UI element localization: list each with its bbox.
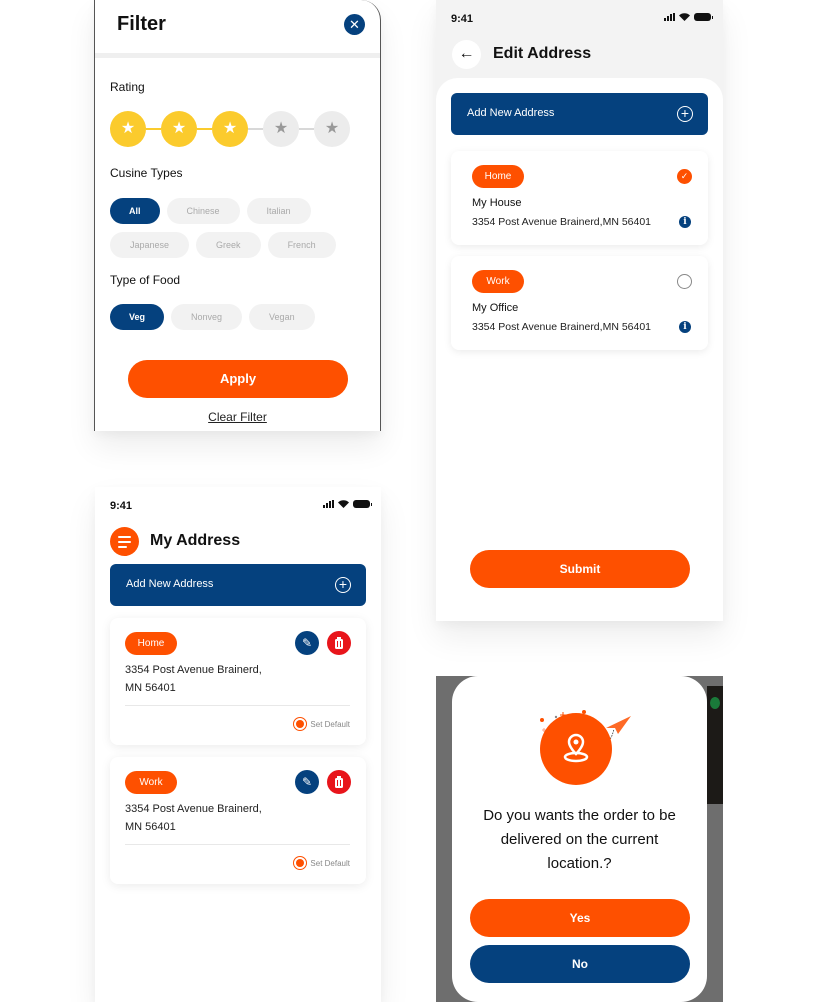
- set-default-label: Set Default: [310, 858, 350, 868]
- divider: [125, 705, 350, 706]
- star-icon[interactable]: ★: [314, 111, 350, 147]
- status-bar: 9:41: [451, 13, 713, 27]
- set-default-radio[interactable]: Set Default: [293, 856, 350, 870]
- radio-selected-icon: [293, 856, 308, 870]
- address-card-work: Work ✎ 3354 Post Avenue Brainerd, MN 564…: [110, 757, 366, 884]
- rating-label: Rating: [110, 80, 145, 94]
- unselected-radio[interactable]: [677, 274, 692, 289]
- address-name: My House: [472, 197, 522, 209]
- chip-vegan[interactable]: Vegan: [249, 304, 315, 330]
- add-new-address-label: Add New Address: [126, 578, 214, 590]
- address-card-work[interactable]: Work My Office 3354 Post Avenue Brainerd…: [451, 256, 708, 350]
- rating-connector: [197, 128, 212, 130]
- back-arrow-icon[interactable]: ←: [452, 40, 481, 69]
- confirm-dialog: Do you wants the order to be delivered o…: [452, 676, 707, 1002]
- delete-icon[interactable]: [327, 631, 351, 655]
- address-text: 3354 Post Avenue Brainerd, MN 56401: [125, 661, 262, 697]
- submit-button[interactable]: Submit: [470, 550, 690, 588]
- address-card-home: Home ✎ 3354 Post Avenue Brainerd, MN 564…: [110, 618, 366, 745]
- chip-japanese[interactable]: Japanese: [110, 232, 190, 258]
- battery-icon: [694, 13, 713, 21]
- battery-icon: [353, 500, 372, 508]
- food-type-label: Type of Food: [110, 273, 181, 287]
- chip-veg[interactable]: Veg: [110, 304, 165, 330]
- background-badge: [710, 697, 720, 709]
- rating-stars: ★ ★ ★ ★ ★: [110, 111, 352, 147]
- wifi-icon: [679, 13, 690, 21]
- rating-connector: [299, 128, 314, 130]
- add-new-address-button[interactable]: Add New Address +: [451, 93, 708, 135]
- rating-connector: [248, 128, 263, 130]
- cuisine-chips: All Chinese Italian Japanese Greek French: [110, 198, 365, 258]
- food-type-chips: Veg Nonveg Vegan: [110, 304, 365, 330]
- add-new-address-button[interactable]: Add New Address +: [110, 564, 366, 606]
- signal-icon: [323, 500, 334, 508]
- cuisine-label: Cusine Types: [110, 166, 183, 180]
- chip-greek[interactable]: Greek: [196, 232, 261, 258]
- location-pin-icon: [540, 713, 612, 785]
- chip-all[interactable]: All: [110, 198, 160, 224]
- star-icon[interactable]: ★: [110, 111, 146, 147]
- address-tag: Home: [472, 165, 524, 188]
- radio-selected-icon: [293, 717, 308, 731]
- edit-address-panel: Add New Address + Home ✓ My House 3354 P…: [436, 78, 723, 621]
- address-name: My Office: [472, 302, 519, 314]
- address-tag: Home: [125, 632, 177, 655]
- address-line-2: MN 56401: [125, 821, 176, 833]
- info-icon[interactable]: i: [679, 321, 691, 333]
- menu-icon[interactable]: [110, 527, 139, 556]
- my-address-screen: 9:41 My Address Add New Address + Home ✎…: [95, 487, 381, 1002]
- status-bar: 9:41: [110, 500, 372, 514]
- address-line-1: 3354 Post Avenue Brainerd,: [125, 803, 262, 815]
- chip-nonveg[interactable]: Nonveg: [171, 304, 243, 330]
- address-text: 3354 Post Avenue Brainerd,MN 56401: [472, 216, 652, 228]
- star-icon[interactable]: ★: [263, 111, 299, 147]
- address-text: 3354 Post Avenue Brainerd, MN 56401: [125, 800, 262, 836]
- edit-address-screen: 9:41 ← Edit Address Add New Address + Ho…: [436, 0, 723, 621]
- edit-icon[interactable]: ✎: [295, 770, 319, 794]
- address-line-2: MN 56401: [125, 682, 176, 694]
- plus-circle-icon: +: [677, 106, 693, 122]
- no-button[interactable]: No: [470, 945, 690, 983]
- add-new-address-label: Add New Address: [467, 107, 555, 119]
- chip-italian[interactable]: Italian: [246, 198, 311, 224]
- address-tag: Work: [472, 270, 524, 293]
- delete-icon[interactable]: [327, 770, 351, 794]
- star-icon[interactable]: ★: [212, 111, 248, 147]
- confirm-question: Do you wants the order to be delivered o…: [483, 807, 676, 872]
- address-card-home[interactable]: Home ✓ My House 3354 Post Avenue Brainer…: [451, 151, 708, 245]
- close-icon[interactable]: ✕: [344, 14, 365, 35]
- info-icon[interactable]: i: [679, 216, 691, 228]
- rating-connector: [146, 128, 161, 130]
- address-line-1: 3354 Post Avenue Brainerd,: [125, 664, 262, 676]
- address-tag: Work: [125, 771, 177, 794]
- apply-button[interactable]: Apply: [128, 360, 348, 398]
- selected-check-icon[interactable]: ✓: [677, 169, 692, 184]
- status-time: 9:41: [110, 500, 133, 512]
- set-default-radio[interactable]: Set Default: [293, 717, 350, 731]
- filter-screen: Filter ✕ Rating ★ ★ ★ ★ ★ Cusine Types All Ch…: [94, 0, 381, 431]
- wifi-icon: [338, 500, 349, 508]
- star-icon[interactable]: ★: [161, 111, 197, 147]
- filter-title: Filter: [117, 13, 166, 35]
- chip-chinese[interactable]: Chinese: [166, 198, 240, 224]
- yes-button[interactable]: Yes: [470, 899, 690, 937]
- divider: [125, 844, 350, 845]
- filter-header: Filter ✕: [95, 0, 380, 58]
- clear-filter-link[interactable]: Clear Filter: [95, 410, 380, 424]
- chip-french[interactable]: French: [267, 232, 336, 258]
- page-title: Edit Address: [493, 45, 592, 62]
- signal-icon: [664, 13, 675, 21]
- address-text: 3354 Post Avenue Brainerd,MN 56401: [472, 321, 652, 333]
- plus-circle-icon: +: [335, 577, 351, 593]
- page-title: My Address: [150, 532, 241, 549]
- edit-icon[interactable]: ✎: [295, 631, 319, 655]
- status-time: 9:41: [451, 13, 474, 25]
- location-confirm-screen: Do you wants the order to be delivered o…: [436, 676, 723, 1002]
- set-default-label: Set Default: [310, 719, 350, 729]
